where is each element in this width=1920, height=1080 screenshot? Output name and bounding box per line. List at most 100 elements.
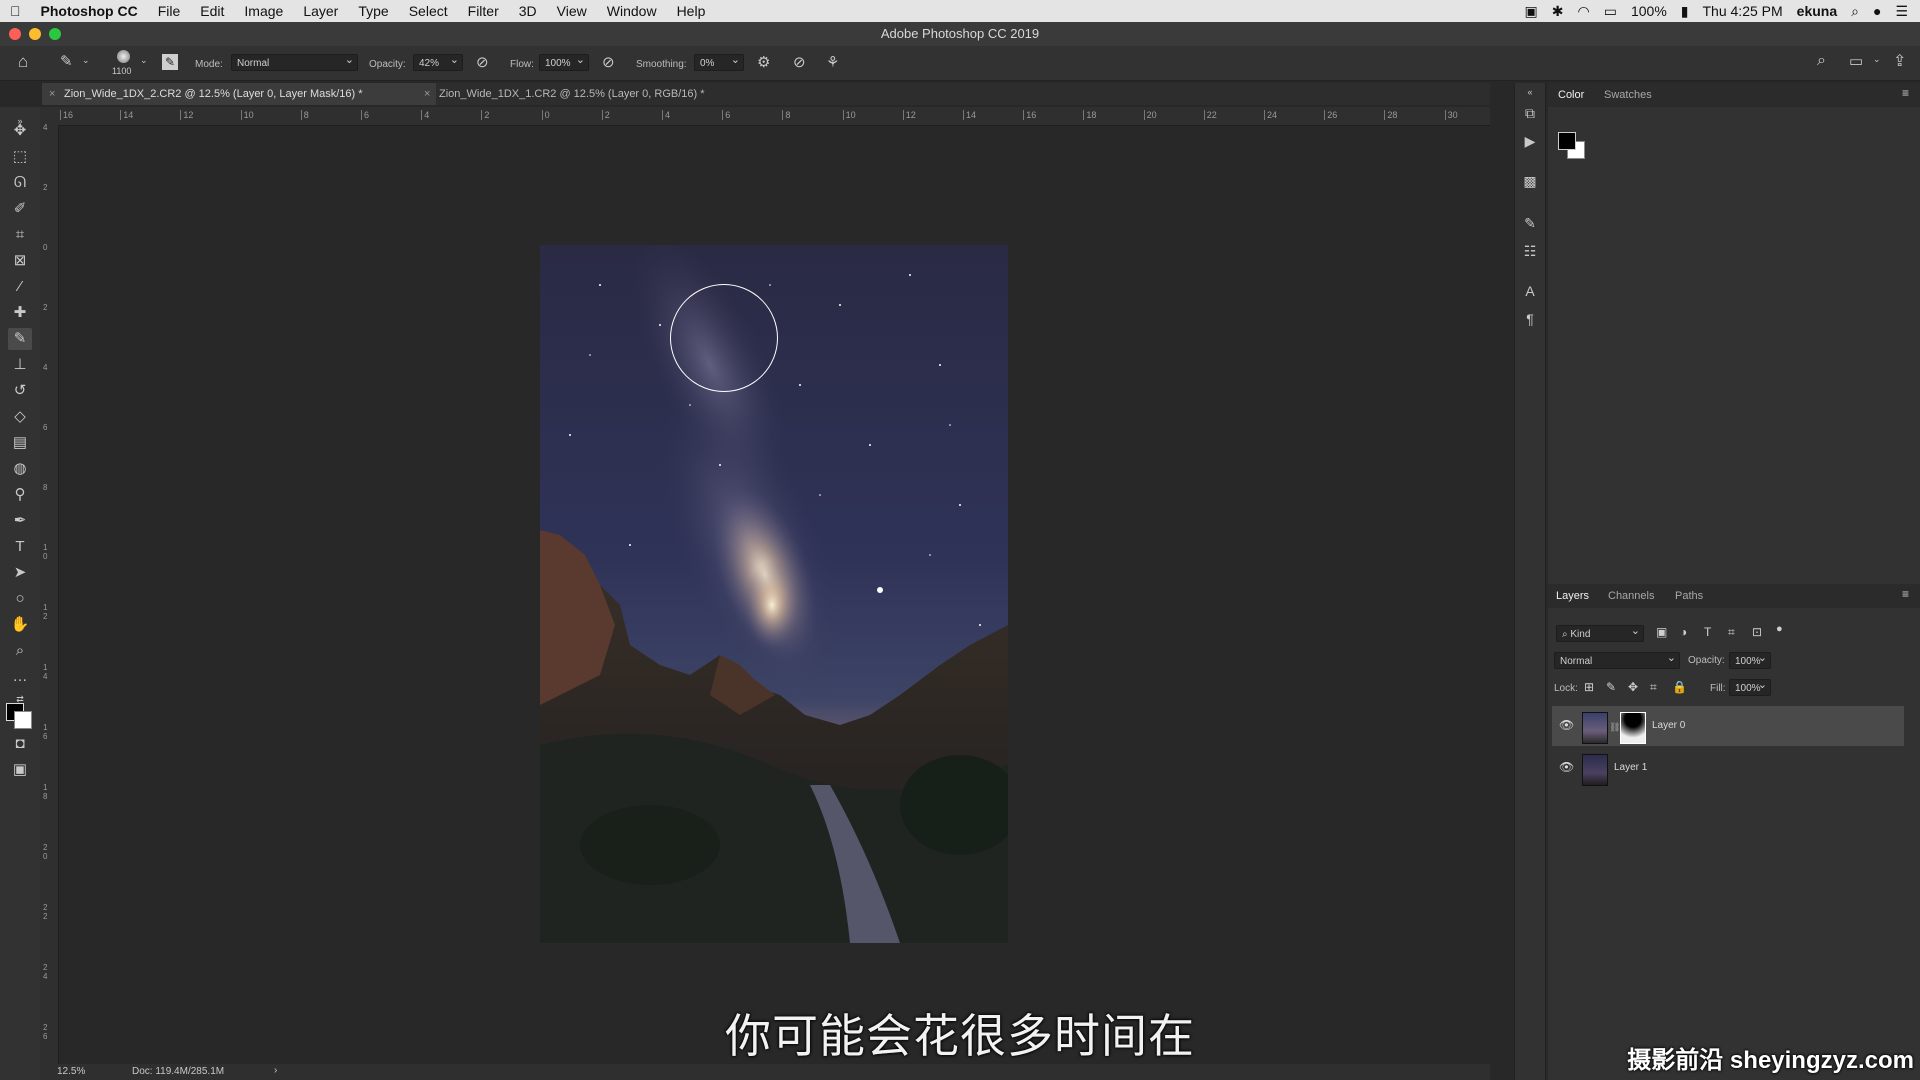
layer-thumbnail[interactable] xyxy=(1582,712,1608,744)
lasso-tool-icon[interactable]: ᘏ xyxy=(8,172,32,194)
filter-type-layer-icon[interactable]: T xyxy=(1704,625,1711,639)
learn-panel-icon[interactable]: ▩ xyxy=(1521,172,1539,190)
menu-3d[interactable]: 3D xyxy=(509,0,547,22)
minimize-window-button[interactable] xyxy=(29,28,41,40)
ellipse-tool-icon[interactable]: ○ xyxy=(8,588,32,610)
edit-toolbar-icon[interactable]: … xyxy=(8,666,32,688)
lock-image-pixels-icon[interactable]: ✎ xyxy=(1606,680,1616,694)
close-window-button[interactable] xyxy=(9,28,21,40)
character-panel-icon[interactable]: A xyxy=(1521,282,1539,300)
fill-input[interactable]: 100% xyxy=(1729,677,1771,696)
user-name[interactable]: ekuna xyxy=(1797,3,1837,19)
expand-panels-icon[interactable]: « xyxy=(1521,83,1539,101)
layers-panel-menu-icon[interactable]: ≡ xyxy=(1902,587,1909,601)
notification-center-icon[interactable]: ☰ xyxy=(1895,3,1908,20)
gradient-tool-icon[interactable]: ▤ xyxy=(8,432,32,454)
history-brush-tool-icon[interactable]: ↺ xyxy=(8,380,32,402)
menu-window[interactable]: Window xyxy=(597,0,667,22)
tab-document-1[interactable]: × Zion_Wide_1DX_2.CR2 @ 12.5% (Layer 0, … xyxy=(42,83,436,105)
layer-mask-thumbnail[interactable] xyxy=(1620,712,1646,744)
workspace-chevron-icon[interactable]: ⌄ xyxy=(1873,54,1881,65)
filter-toggle-icon[interactable]: ● xyxy=(1776,623,1783,635)
visibility-eye-icon[interactable]: 👁 xyxy=(1559,718,1574,732)
mode-select[interactable]: Normal xyxy=(231,52,358,71)
battery-icon[interactable]: ▮ xyxy=(1681,3,1689,20)
zoom-window-button[interactable] xyxy=(49,28,61,40)
chevron-down-icon[interactable]: ⌄ xyxy=(82,55,90,66)
screen-record-icon[interactable]: ▣ xyxy=(1525,3,1538,20)
path-selection-tool-icon[interactable]: ➤ xyxy=(8,562,32,584)
mask-link-icon[interactable]: ⛓ xyxy=(1609,722,1620,733)
brushes-panel-icon[interactable]: ✎ xyxy=(1521,214,1539,232)
layer-row-layer-1[interactable]: 👁 Layer 1 xyxy=(1552,748,1904,788)
pressure-opacity-icon[interactable]: ⊘ xyxy=(476,53,489,71)
apple-icon[interactable]:  xyxy=(0,0,31,22)
horizontal-ruler[interactable]: 16 14 12 10 8 6 4 2 0 2 4 6 8 10 12 14 16 18 20 22 24 26 28 30 xyxy=(58,107,1490,126)
lock-position-icon[interactable]: ✥ xyxy=(1628,680,1638,694)
siri-icon[interactable]: ● xyxy=(1873,3,1881,19)
zoom-tool-icon[interactable]: ⌕ xyxy=(8,640,32,662)
workspace-icon[interactable]: ▭ xyxy=(1849,52,1863,70)
actions-panel-icon[interactable]: ▶ xyxy=(1521,132,1539,150)
crop-tool-icon[interactable]: ⌗ xyxy=(8,224,32,246)
blend-mode-select[interactable]: Normal xyxy=(1554,650,1680,669)
tab-paths[interactable]: Paths xyxy=(1675,590,1703,602)
filter-adjustment-layer-icon[interactable]: ◑ xyxy=(1680,625,1687,639)
zoom-level[interactable]: 12.5% xyxy=(57,1066,85,1077)
healing-brush-tool-icon[interactable]: ✚ xyxy=(8,302,32,324)
layer-opacity-input[interactable]: 100% xyxy=(1729,650,1771,669)
foreground-color-chip[interactable] xyxy=(1558,132,1576,150)
screen-mode-icon[interactable]: ▣ xyxy=(8,759,32,781)
close-tab-icon[interactable]: × xyxy=(49,83,55,105)
lock-artboard-icon[interactable]: ⌗ xyxy=(1650,680,1657,695)
move-tool-icon[interactable]: ✥ xyxy=(8,120,32,142)
history-panel-icon[interactable]: ⧉ xyxy=(1521,104,1539,122)
menu-file[interactable]: File xyxy=(148,0,191,22)
blur-tool-icon[interactable]: ◍ xyxy=(8,458,32,480)
eyedropper-tool-icon[interactable]: ⁄ xyxy=(8,276,32,298)
type-tool-icon[interactable]: T xyxy=(8,536,32,558)
dodge-tool-icon[interactable]: ⚲ xyxy=(8,484,32,506)
pen-tool-icon[interactable]: ✒ xyxy=(8,510,32,532)
filter-shape-layer-icon[interactable]: ⌗ xyxy=(1728,625,1735,640)
clock[interactable]: Thu 4:25 PM xyxy=(1703,3,1783,19)
close-tab-icon[interactable]: × xyxy=(424,83,430,105)
tab-channels[interactable]: Channels xyxy=(1608,590,1654,602)
menu-edit[interactable]: Edit xyxy=(190,0,234,22)
tab-color[interactable]: Color xyxy=(1558,89,1584,101)
doc-size-info[interactable]: Doc: 119.4M/285.1M xyxy=(132,1066,224,1077)
layer-name[interactable]: Layer 1 xyxy=(1614,762,1647,773)
tab-layers[interactable]: Layers xyxy=(1556,590,1589,602)
layer-name[interactable]: Layer 0 xyxy=(1652,720,1685,731)
symmetry-butterfly-icon[interactable]: ⚘ xyxy=(826,53,839,71)
lock-all-icon[interactable]: 🔒 xyxy=(1672,680,1687,694)
hand-tool-icon[interactable]: ✋ xyxy=(8,614,32,636)
quick-mask-icon[interactable]: ◘ xyxy=(8,733,32,755)
menu-layer[interactable]: Layer xyxy=(293,0,348,22)
menu-filter[interactable]: Filter xyxy=(458,0,509,22)
menu-app-name[interactable]: Photoshop CC xyxy=(31,0,148,22)
visibility-eye-icon[interactable]: 👁 xyxy=(1559,760,1574,774)
spotlight-search-icon[interactable]: ⌕ xyxy=(1851,3,1859,20)
layer-filter-kind-select[interactable]: ⌕ Kind xyxy=(1556,623,1644,642)
brush-settings-panel-icon[interactable]: ✎ xyxy=(162,54,178,70)
home-icon[interactable]: ⌂ xyxy=(18,52,28,72)
share-icon[interactable]: ⇪ xyxy=(1893,51,1906,71)
brush-tool-icon[interactable]: ✎ xyxy=(8,328,32,350)
brush-preview-icon[interactable] xyxy=(117,50,130,63)
airbrush-icon[interactable]: ⊘ xyxy=(602,53,615,71)
filter-smart-object-icon[interactable]: ⊡ xyxy=(1752,625,1762,639)
menu-select[interactable]: Select xyxy=(399,0,458,22)
adjustments-panel-icon[interactable]: ☷ xyxy=(1521,242,1539,260)
quick-selection-tool-icon[interactable]: ✐ xyxy=(8,198,32,220)
lock-transparent-pixels-icon[interactable]: ⊞ xyxy=(1584,680,1594,694)
menu-type[interactable]: Type xyxy=(348,0,398,22)
wifi-icon[interactable]: ◠ xyxy=(1578,3,1590,20)
layer-thumbnail[interactable] xyxy=(1582,754,1608,786)
battery-percent[interactable]: 100% xyxy=(1631,3,1667,19)
menu-image[interactable]: Image xyxy=(234,0,293,22)
marquee-tool-icon[interactable]: ⬚ xyxy=(8,146,32,168)
tab-document-2[interactable]: × Zion_Wide_1DX_1.CR2 @ 12.5% (Layer 0, … xyxy=(417,83,819,105)
color-panel-menu-icon[interactable]: ≡ xyxy=(1902,86,1909,100)
frame-tool-icon[interactable]: ⊠ xyxy=(8,250,32,272)
